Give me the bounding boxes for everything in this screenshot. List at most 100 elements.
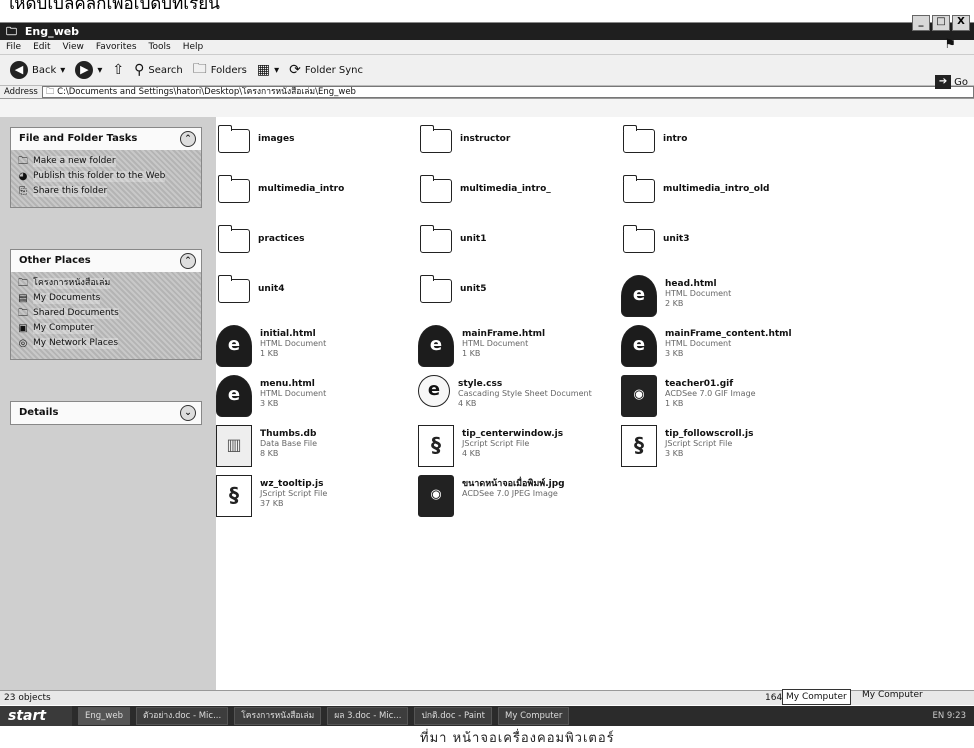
folder-icon [621, 125, 655, 153]
back-button[interactable]: ◀ Back ▾ [10, 61, 65, 79]
item-size: 1 KB [665, 399, 684, 408]
folder-icon [418, 175, 452, 203]
script-file-icon: § [621, 425, 657, 467]
file-item[interactable]: § wz_tooltip.js JScript Script File 37 KB [216, 475, 416, 517]
img-file-icon: ◉ [418, 475, 454, 517]
menu-bar: File Edit View Favorites Tools Help ⚑ [0, 38, 974, 55]
taskbar-item[interactable]: ตัวอย่าง.doc - Mic... [135, 707, 229, 725]
item-name: head.html [665, 279, 717, 289]
menu-file[interactable]: File [6, 40, 21, 54]
up-folder-icon[interactable]: ⇧ [112, 62, 124, 78]
place-shared-documents[interactable]: 🗀 Shared Documents [17, 308, 195, 319]
menu-favorites[interactable]: Favorites [96, 40, 137, 54]
item-name: menu.html [260, 379, 315, 389]
panel-header[interactable]: File and Folder Tasks ⌃ [11, 128, 201, 150]
item-text: style.css Cascading Style Sheet Document 4… [458, 375, 592, 409]
task-publish-web[interactable]: ◕ Publish this folder to the Web [17, 171, 195, 182]
chevron-down-icon: ▾ [60, 64, 66, 76]
file-item[interactable]: ◉ ขนาดหน้าจอเมื่อพิมพ์.jpg ACDSee 7.0 JPEG… [418, 475, 618, 517]
computer-icon: ▣ [18, 323, 28, 334]
file-item[interactable]: e mainFrame_content.html HTML Document 3 KB [621, 325, 821, 367]
menu-edit[interactable]: Edit [33, 40, 50, 54]
page-caption: ให้ดับเบิลคลิกเพื่อเปิดบทเรียน [6, 0, 220, 14]
item-text: tip_centerwindow.js JScript Script File 4 … [462, 425, 563, 459]
taskbar-item[interactable]: Eng_web [78, 707, 130, 725]
file-item[interactable]: e style.css Cascading Style Sheet Document… [418, 375, 618, 409]
folder-item[interactable]: unit4 [216, 275, 416, 303]
expand-icon[interactable]: ⌄ [180, 405, 196, 421]
menu-tools[interactable]: Tools [149, 40, 171, 54]
taskbar-item[interactable]: ปกติ.doc - Paint [414, 707, 492, 725]
folder-icon: 🗀 [45, 87, 58, 97]
views-button[interactable]: ▦ ▾ [257, 62, 279, 78]
search-button[interactable]: ⚲ Search [134, 62, 183, 78]
folder-sync-button[interactable]: ⟳ Folder Sync [289, 62, 363, 78]
folder-item[interactable]: multimedia_intro [216, 175, 416, 203]
taskbar-item[interactable]: My Computer [498, 707, 570, 725]
forward-button[interactable]: ▶ ▾ [75, 61, 102, 79]
share-icon: ⎘ [19, 186, 27, 197]
panel-header[interactable]: Other Places ⌃ [11, 250, 201, 272]
item-text: images [258, 125, 294, 144]
place-my-documents[interactable]: ▤ My Documents [17, 293, 195, 304]
item-size: 3 KB [260, 399, 279, 408]
file-item[interactable]: e mainFrame.html HTML Document 1 KB [418, 325, 618, 367]
go-button[interactable]: ➔ Go [935, 75, 968, 89]
address-input[interactable]: 🗀 C:\Documents and Settings\hatori\Deskt… [41, 86, 974, 98]
close-button[interactable]: X [952, 15, 970, 31]
folder-item[interactable]: multimedia_intro_old [621, 175, 821, 203]
sync-icon: ⟳ [289, 62, 301, 78]
taskbar-item[interactable]: ผล 3.doc - Mic... [327, 707, 409, 725]
panel-header[interactable]: Details ⌄ [11, 402, 201, 424]
item-text: initial.html HTML Document 1 KB [260, 325, 326, 359]
item-text: multimedia_intro_old [663, 175, 769, 194]
item-name: unit3 [663, 234, 690, 244]
file-item[interactable]: e head.html HTML Document 2 KB [621, 275, 821, 317]
folder-item[interactable]: intro [621, 125, 821, 153]
folder-item[interactable]: unit1 [418, 225, 618, 253]
item-type: Data Base File [260, 439, 318, 448]
item-type: Cascading Style Sheet Document [458, 389, 592, 398]
folders-button[interactable]: 🗀 Folders [193, 58, 247, 82]
file-item[interactable]: § tip_followscroll.js JScript Script File 3… [621, 425, 821, 467]
place-my-computer[interactable]: ▣ My Computer [17, 323, 195, 334]
file-item[interactable]: e initial.html HTML Document 1 KB [216, 325, 416, 367]
task-new-folder[interactable]: 🗀 Make a new folder [17, 156, 195, 167]
menu-help[interactable]: Help [183, 40, 204, 54]
task-share-folder[interactable]: ⎘ Share this folder [17, 186, 195, 197]
place-parent-folder[interactable]: 🗀 โครงการหนังสือเล่ม [17, 278, 195, 289]
file-item[interactable]: e menu.html HTML Document 3 KB [216, 375, 416, 417]
status-zone: My Computer [782, 689, 851, 705]
item-text: wz_tooltip.js JScript Script File 37 KB [260, 475, 327, 509]
folder-item[interactable]: unit3 [621, 225, 821, 253]
menu-view[interactable]: View [63, 40, 84, 54]
collapse-icon[interactable]: ⌃ [180, 253, 196, 269]
item-name: intro [663, 134, 688, 144]
folder-item[interactable]: unit5 [418, 275, 618, 303]
item-text: instructor [460, 125, 510, 144]
minimize-button[interactable]: _ [912, 15, 930, 31]
item-text: mainFrame_content.html HTML Document 3 KB [665, 325, 792, 359]
start-button[interactable]: start [0, 706, 72, 726]
item-name: images [258, 134, 295, 144]
folder-item[interactable]: practices [216, 225, 416, 253]
folder-item[interactable]: instructor [418, 125, 618, 153]
folder-item[interactable]: multimedia_intro_ [418, 175, 618, 203]
item-text: unit3 [663, 225, 689, 244]
file-item[interactable]: § tip_centerwindow.js JScript Script File 4… [418, 425, 618, 467]
maximize-button[interactable]: □ [932, 15, 950, 31]
folder-item[interactable]: images [216, 125, 416, 153]
item-size: 3 KB [665, 349, 684, 358]
item-name: multimedia_intro_old [663, 184, 770, 194]
file-item[interactable]: ◉ teacher01.gif ACDSee 7.0 GIF Image 1 KB [621, 375, 821, 417]
taskbar-item[interactable]: โครงการหนังสือเล่ม [234, 707, 322, 725]
title-bar[interactable]: 🗀 Eng_web _ □ X [0, 15, 974, 40]
file-item[interactable]: ▥ Thumbs.db Data Base File 8 KB [216, 425, 416, 467]
folder-icon [216, 175, 250, 203]
folder-icon: 🗀 [18, 278, 28, 289]
place-network[interactable]: ◎ My Network Places [17, 338, 195, 349]
folder-icon [216, 275, 250, 303]
collapse-icon[interactable]: ⌃ [180, 131, 196, 147]
item-text: menu.html HTML Document 3 KB [260, 375, 326, 409]
item-name: ขนาดหน้าจอเมื่อพิมพ์.jpg [462, 479, 565, 489]
